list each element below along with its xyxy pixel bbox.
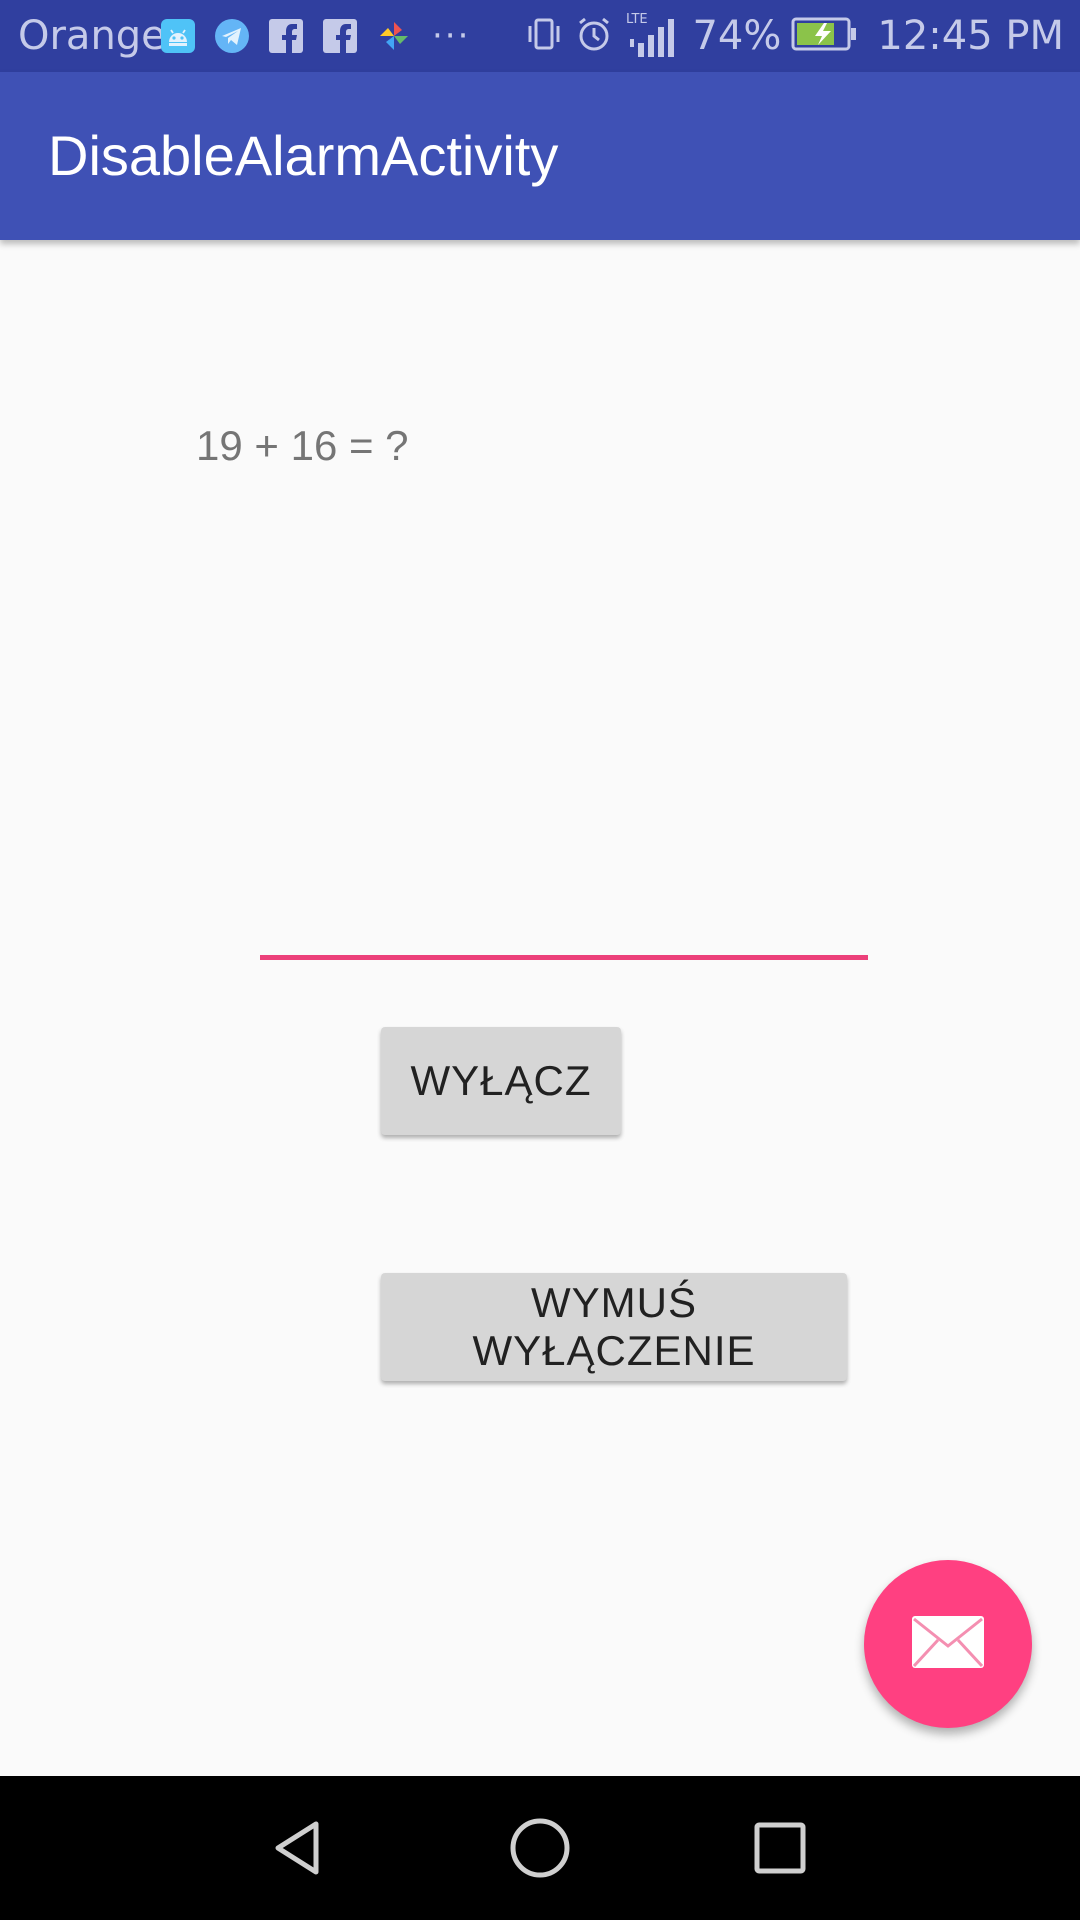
more-notifications-indicator: ···	[432, 16, 471, 56]
notification-icons: ···	[158, 14, 470, 58]
mail-fab-button[interactable]	[864, 1560, 1032, 1728]
vibrate-icon	[524, 14, 564, 58]
facebook-icon	[266, 16, 306, 56]
android-debug-icon	[158, 16, 198, 56]
navigation-bar	[0, 1776, 1080, 1920]
home-circle-icon	[510, 1818, 570, 1878]
page-title: DisableAlarmActivity	[48, 124, 559, 187]
telegram-icon	[212, 16, 252, 56]
clock: 12:45 PM	[877, 13, 1064, 59]
back-button[interactable]	[250, 1798, 350, 1898]
system-icons: LTE 74% 12:45 PM	[524, 10, 1064, 62]
recent-apps-button[interactable]	[730, 1798, 830, 1898]
facebook-icon	[320, 16, 360, 56]
mail-icon	[910, 1614, 986, 1674]
app-bar: DisableAlarmActivity	[0, 72, 1080, 240]
battery-percent: 74%	[692, 13, 782, 59]
disable-alarm-button[interactable]: WYŁĄCZ	[381, 1027, 621, 1135]
status-bar: Orange ··· LTE 74% 12:45 PM	[0, 0, 1080, 72]
recent-square-icon	[754, 1822, 806, 1874]
main-content: 19 + 16 = ? WYŁĄCZ WYMUŚ WYŁĄCZENIE	[0, 240, 1080, 1776]
alarm-icon	[574, 14, 614, 58]
answer-input[interactable]	[260, 890, 868, 960]
network-type-label: LTE	[626, 12, 648, 27]
pinwheel-icon	[374, 16, 414, 56]
signal-icon: LTE	[624, 9, 682, 63]
carrier-name: Orange	[18, 13, 166, 59]
back-triangle-icon	[275, 1821, 319, 1875]
battery-charging-icon	[791, 16, 857, 56]
home-button[interactable]	[490, 1798, 590, 1898]
force-disable-button[interactable]: WYMUŚ WYŁĄCZENIE	[381, 1273, 847, 1381]
math-question: 19 + 16 = ?	[196, 422, 409, 469]
